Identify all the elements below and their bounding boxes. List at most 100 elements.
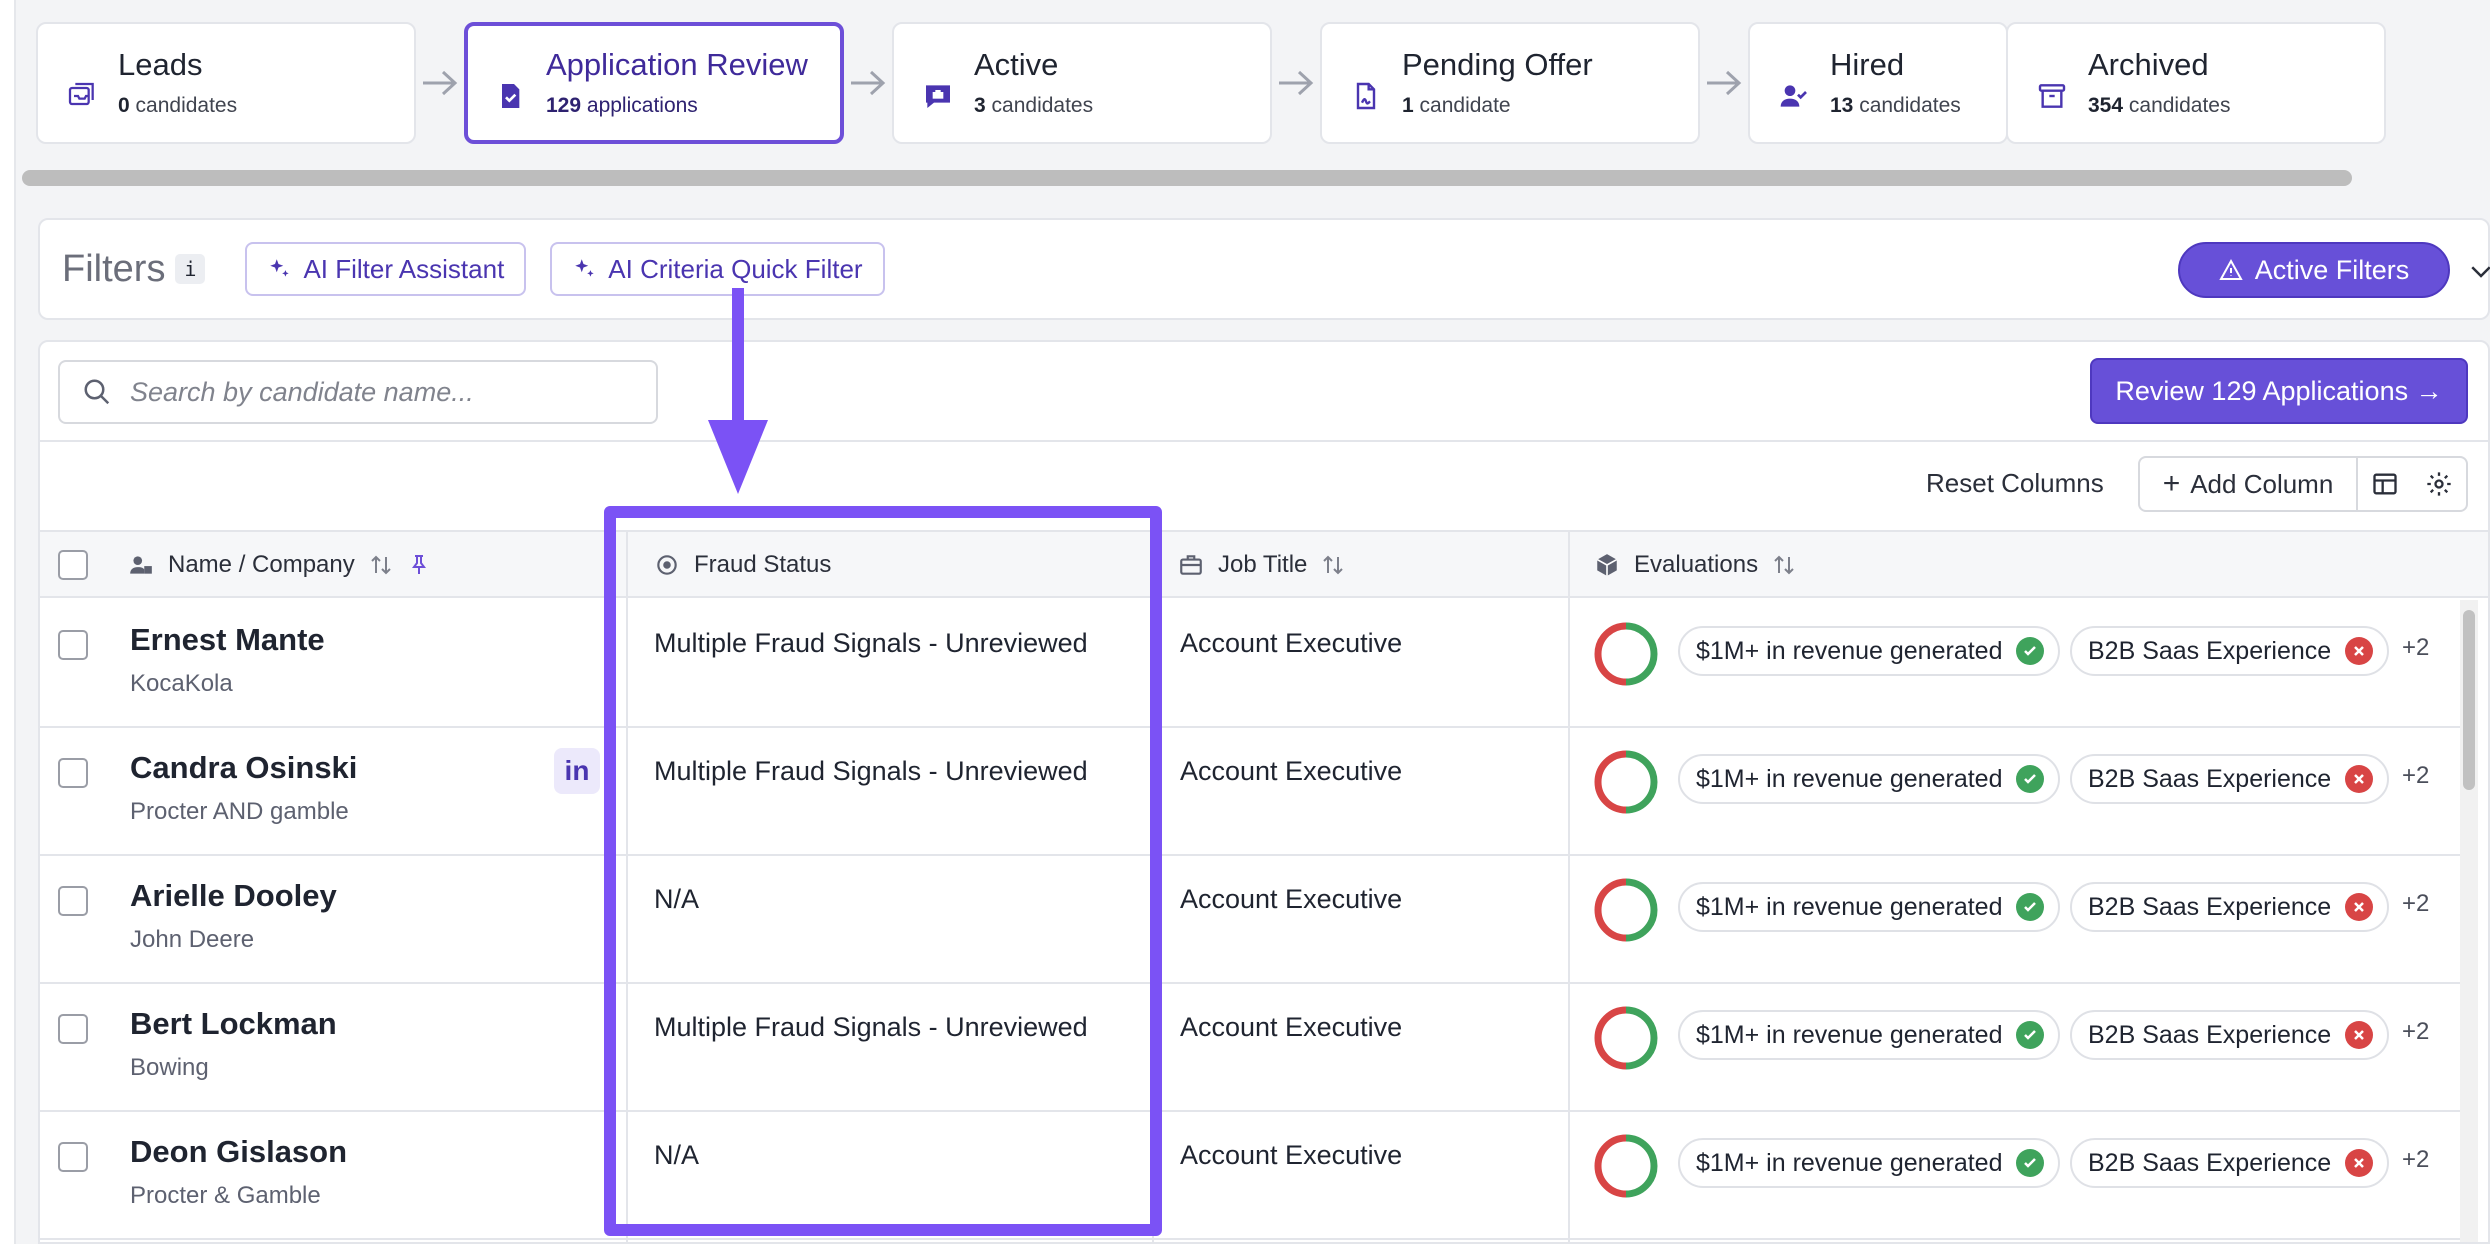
- more-evaluations-count[interactable]: +2: [2402, 890, 2429, 918]
- check-icon: [2016, 765, 2045, 793]
- stage-hired[interactable]: Hired 13 candidates: [1748, 22, 2008, 144]
- check-icon: [2016, 893, 2045, 921]
- ai-criteria-quick-filter-button[interactable]: AI Criteria Quick Filter: [550, 242, 885, 296]
- reset-columns-button[interactable]: Reset Columns: [1926, 468, 2104, 499]
- stage-count: 354: [2088, 94, 2124, 117]
- evaluation-chip-pass[interactable]: $1M+ in revenue generated: [1678, 626, 2061, 676]
- evaluation-chip-fail[interactable]: B2B Saas Experience: [2070, 1010, 2390, 1060]
- evaluation-label: B2B Saas Experience: [2088, 1020, 2332, 1049]
- vertical-scrollbar[interactable]: [2460, 600, 2478, 1242]
- filters-bar: Filters i AI Filter Assistant AI Criteri…: [38, 218, 2490, 320]
- search-input[interactable]: [130, 376, 630, 408]
- scrollbar-thumb[interactable]: [2463, 610, 2475, 790]
- info-icon[interactable]: i: [175, 254, 206, 284]
- sort-icon[interactable]: [369, 553, 393, 577]
- column-tools: + Add Column: [2138, 456, 2468, 512]
- table-header: Name / Company Fraud Status Job Title Ev…: [40, 530, 2488, 598]
- row-checkbox[interactable]: [58, 886, 88, 916]
- column-header-evaluations[interactable]: Evaluations: [1594, 532, 1796, 598]
- cube-icon: [1596, 554, 1618, 576]
- stage-count: 129: [546, 94, 582, 117]
- pipeline-stages: Leads 0 candidates Application Review 12…: [36, 22, 2490, 144]
- job-title: Account Executive: [1180, 628, 1403, 658]
- add-column-button[interactable]: + Add Column: [2140, 458, 2358, 510]
- stage-archived[interactable]: Archived 354 candidates: [2006, 22, 2386, 144]
- column-header-name[interactable]: Name / Company: [128, 532, 431, 598]
- more-evaluations-count[interactable]: +2: [2402, 634, 2429, 662]
- table-row[interactable]: Arielle Dooley John Deere N/A Account Ex…: [40, 856, 2460, 984]
- add-column-label: Add Column: [2190, 468, 2334, 499]
- sort-icon[interactable]: [1321, 553, 1345, 577]
- evaluation-label: B2B Saas Experience: [2088, 636, 2332, 665]
- fraud-status: Multiple Fraud Signals - Unreviewed: [654, 756, 1088, 786]
- fraud-status: Multiple Fraud Signals - Unreviewed: [654, 1012, 1088, 1042]
- active-filters-label: Active Filters: [2254, 254, 2410, 285]
- settings-button[interactable]: [2412, 458, 2466, 510]
- search-box[interactable]: [58, 360, 658, 424]
- evaluation-score-ring-icon: [1594, 750, 1658, 814]
- row-checkbox[interactable]: [58, 1014, 88, 1044]
- close-icon: [2345, 1149, 2374, 1177]
- candidate-name[interactable]: Candra Osinski: [130, 750, 357, 786]
- select-all-checkbox[interactable]: [58, 550, 88, 580]
- evaluation-score-ring-icon: [1594, 622, 1658, 686]
- table-row[interactable]: Candra Osinski Procter AND gamble in Mul…: [40, 728, 2460, 856]
- table-row[interactable]: Deon Gislason Procter & Gamble N/A Accou…: [40, 1112, 2460, 1240]
- evaluation-label: $1M+ in revenue generated: [1696, 1148, 2003, 1177]
- table-row[interactable]: Ernest Mante KocaKola Multiple Fraud Sig…: [40, 600, 2460, 728]
- sort-icon[interactable]: [1772, 553, 1796, 577]
- target-icon: [657, 555, 677, 575]
- briefcase-chat-icon: [918, 76, 958, 116]
- evaluation-chip-fail[interactable]: B2B Saas Experience: [2070, 1138, 2390, 1188]
- horizontal-scrollbar[interactable]: [22, 170, 2352, 186]
- row-checkbox[interactable]: [58, 1142, 88, 1172]
- evaluation-score-ring-icon: [1594, 1134, 1658, 1198]
- evaluation-chip-fail[interactable]: B2B Saas Experience: [2070, 626, 2390, 676]
- pin-icon[interactable]: [407, 553, 431, 577]
- linkedin-icon[interactable]: in: [554, 748, 600, 794]
- more-evaluations-count[interactable]: +2: [2402, 1146, 2429, 1174]
- check-icon: [2016, 637, 2045, 665]
- stage-count: 1: [1402, 94, 1414, 117]
- stage-active[interactable]: Active 3 candidates: [892, 22, 1272, 144]
- more-evaluations-count[interactable]: +2: [2402, 1018, 2429, 1046]
- evaluation-chip-fail[interactable]: B2B Saas Experience: [2070, 882, 2390, 932]
- user-check-icon: [1774, 76, 1814, 116]
- row-checkbox[interactable]: [58, 758, 88, 788]
- archive-icon: [2032, 76, 2072, 116]
- columns-layout-button[interactable]: [2358, 458, 2412, 510]
- stage-leads[interactable]: Leads 0 candidates: [36, 22, 416, 144]
- stage-application-review[interactable]: Application Review 129 applications: [464, 22, 844, 144]
- table-row[interactable]: Bert Lockman Bowing Multiple Fraud Signa…: [40, 984, 2460, 1112]
- candidate-name[interactable]: Arielle Dooley: [130, 878, 337, 914]
- column-header-label: Fraud Status: [694, 551, 832, 578]
- evaluation-label: $1M+ in revenue generated: [1696, 636, 2003, 665]
- more-evaluations-count[interactable]: +2: [2402, 762, 2429, 790]
- chevron-down-icon[interactable]: [2466, 256, 2490, 286]
- column-header-label: Job Title: [1218, 551, 1308, 578]
- review-applications-button[interactable]: Review 129 Applications →: [2090, 358, 2468, 424]
- stage-title: Archived: [2088, 47, 2209, 82]
- active-filters-button[interactable]: Active Filters: [2178, 242, 2450, 298]
- ai-filter-assistant-button[interactable]: AI Filter Assistant: [245, 242, 527, 296]
- candidate-name[interactable]: Deon Gislason: [130, 1134, 347, 1170]
- evaluation-chip-pass[interactable]: $1M+ in revenue generated: [1678, 1138, 2061, 1188]
- evaluation-chip-fail[interactable]: B2B Saas Experience: [2070, 754, 2390, 804]
- filters-label: Filters: [62, 247, 166, 290]
- fraud-status: N/A: [654, 884, 700, 914]
- search-icon: [84, 379, 110, 405]
- evaluation-chip-pass[interactable]: $1M+ in revenue generated: [1678, 1010, 2061, 1060]
- plus-icon: +: [2162, 467, 2181, 500]
- evaluation-label: $1M+ in revenue generated: [1696, 892, 2003, 921]
- candidate-name[interactable]: Ernest Mante: [130, 622, 325, 658]
- column-header-job-title[interactable]: Job Title: [1178, 532, 1345, 598]
- evaluation-chip-pass[interactable]: $1M+ in revenue generated: [1678, 882, 2061, 932]
- evaluation-chip-pass[interactable]: $1M+ in revenue generated: [1678, 754, 2061, 804]
- clipboard-check-icon: [490, 76, 530, 116]
- candidate-name[interactable]: Bert Lockman: [130, 1006, 337, 1042]
- stage-pending-offer[interactable]: Pending Offer 1 candidate: [1320, 22, 1700, 144]
- column-header-fraud-status[interactable]: Fraud Status: [654, 532, 831, 598]
- close-icon: [2345, 637, 2374, 665]
- row-checkbox[interactable]: [58, 630, 88, 660]
- document-signature-icon: [1346, 76, 1386, 116]
